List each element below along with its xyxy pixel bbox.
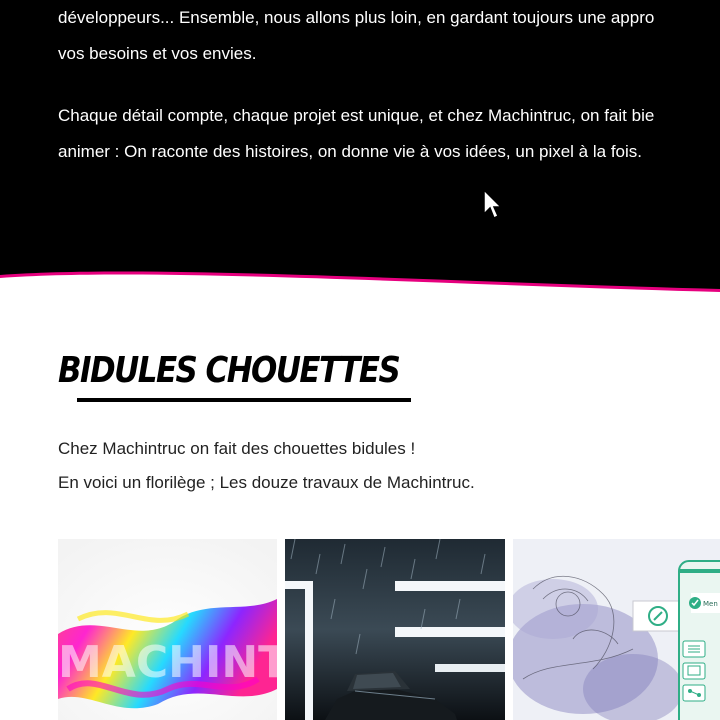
intro-line: Chez Machintruc on fait des chouettes bi… xyxy=(58,439,416,458)
hero-line: Chaque détail compte, chaque projet est … xyxy=(58,106,655,125)
hero-line: vos besoins et vos envies. xyxy=(58,44,257,63)
project-gallery: MACHINTRUC xyxy=(0,539,720,720)
mouse-pointer-icon xyxy=(483,189,503,220)
title-underline xyxy=(77,398,411,402)
app-illustration-thumbnail: Men xyxy=(513,539,720,720)
project-tile-boat[interactable] xyxy=(285,539,505,720)
check-circle-icon xyxy=(689,597,701,609)
boat-render-thumbnail xyxy=(285,539,505,720)
section-title: BIDULES CHOUETTES xyxy=(58,350,401,391)
section-intro: Chez Machintruc on fait des chouettes bi… xyxy=(58,432,475,500)
calendar-icon xyxy=(682,662,706,680)
list-icon xyxy=(682,640,706,658)
project-tile-logo-smoke[interactable]: MACHINTRUC xyxy=(58,539,277,720)
network-icon xyxy=(682,684,706,702)
intro-line: En voici un florilège ; Les douze travau… xyxy=(58,473,475,492)
hero-text: développeurs... Ensemble, nous allons pl… xyxy=(58,0,720,170)
hero-section: développeurs... Ensemble, nous allons pl… xyxy=(0,0,720,300)
app-menu-label: Men xyxy=(703,600,718,608)
hero-line: animer : On raconte des histoires, on do… xyxy=(58,142,642,161)
project-tile-app-illustration[interactable]: Men xyxy=(513,539,720,720)
hero-line: développeurs... Ensemble, nous allons pl… xyxy=(58,8,655,27)
smoke-logo-text: MACHINTRUC xyxy=(58,637,277,688)
smoke-logo-thumbnail: MACHINTRUC xyxy=(58,539,277,720)
